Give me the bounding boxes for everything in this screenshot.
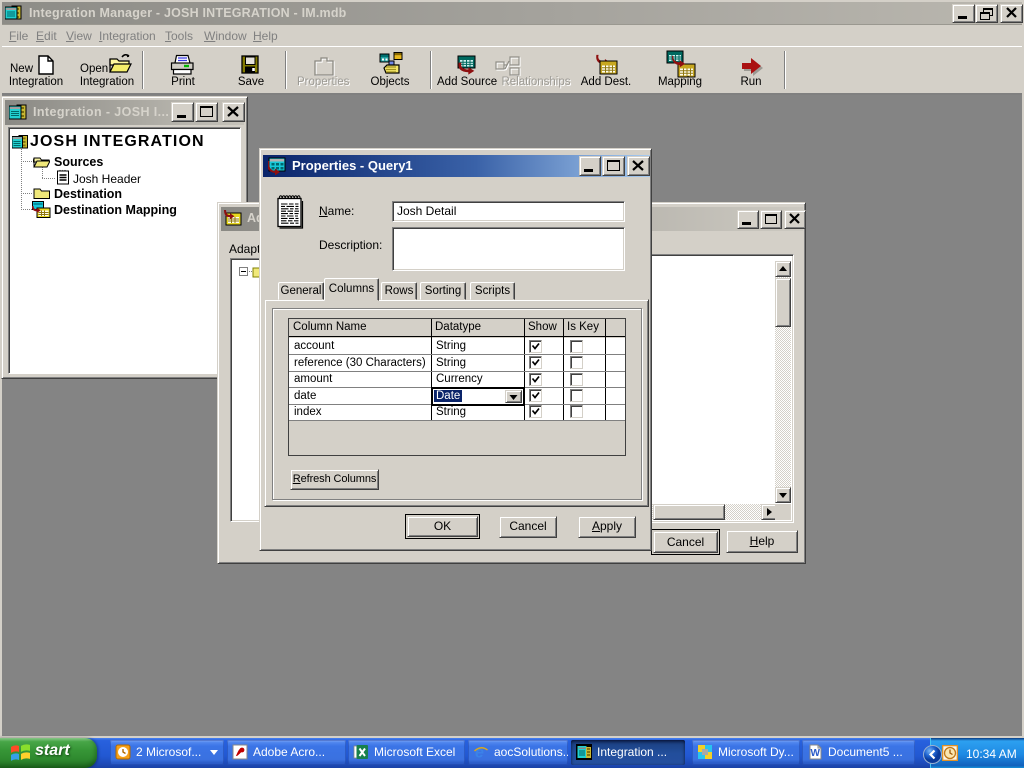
svg-text:e: e [475,745,484,761]
svg-text:W: W [811,748,821,759]
